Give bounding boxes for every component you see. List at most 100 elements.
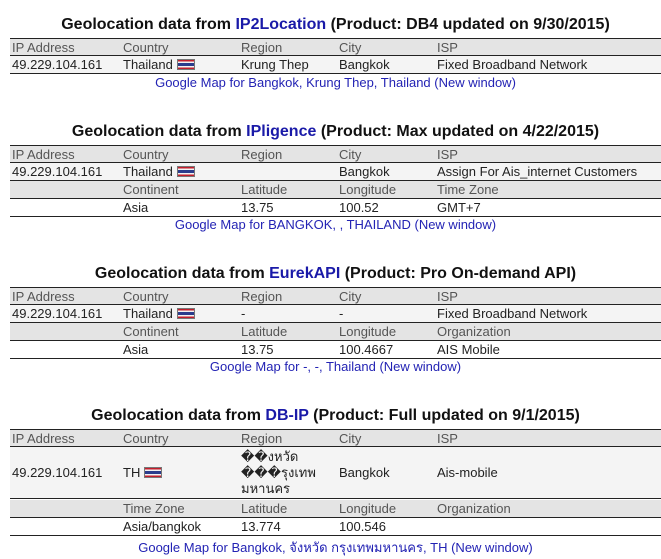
country-value: Thailand	[123, 164, 173, 179]
isp-value: Fixed Broadband Network	[437, 306, 588, 321]
isp-value: Assign For Ais_internet Customers	[437, 164, 638, 179]
city-value: Bangkok	[339, 465, 390, 480]
country-value: Thailand	[123, 57, 173, 72]
header-latitude: Latitude	[241, 324, 288, 339]
header-continent: Continent	[123, 324, 179, 339]
city-value: Bangkok	[339, 57, 390, 72]
title-suffix: (Product: Max updated on 4/22/2015)	[316, 123, 600, 140]
header-isp: ISP	[437, 147, 458, 162]
section-title: Geolocation data from DB-IP (Product: Fu…	[10, 407, 661, 425]
data-row: 49.229.104.161 Thailand - - Fixed Broadb…	[10, 305, 661, 323]
country-value: TH	[123, 465, 141, 480]
title-prefix: Geolocation data from	[71, 123, 247, 140]
data-row: 49.229.104.161 Thailand Krung Thep Bangk…	[10, 56, 661, 74]
source-link[interactable]: IPligence	[246, 123, 316, 140]
header-country: Country	[123, 147, 169, 162]
header-isp: ISP	[437, 431, 458, 446]
latitude-value: 13.75	[241, 200, 274, 215]
google-map-link[interactable]: Google Map for -, -, Thailand (New windo…	[10, 359, 661, 374]
region-value: ��งหวัด ���รุงเทพ มหานคร	[241, 449, 316, 496]
google-map-link[interactable]: Google Map for Bangkok, จังหวัด กรุงเทพม…	[10, 537, 661, 558]
longitude-value: 100.52	[339, 200, 379, 215]
title-suffix: (Product: Full updated on 9/1/2015)	[308, 407, 580, 424]
header-ip: IP Address	[12, 289, 75, 304]
longitude-value: 100.4667	[339, 342, 394, 357]
city-value: Bangkok	[339, 164, 390, 179]
title-suffix: (Product: Pro On-demand API)	[340, 265, 577, 282]
secondary-header-row: Time Zone Latitude Longitude Organizatio…	[10, 500, 661, 518]
header-isp: ISP	[437, 289, 458, 304]
header-row: IP Address Country Region City ISP	[10, 429, 661, 447]
data-row: 49.229.104.161 Thailand Bangkok Assign F…	[10, 163, 661, 181]
header-organization: Organization	[437, 501, 511, 516]
header-country: Country	[123, 289, 169, 304]
header-organization: Organization	[437, 324, 511, 339]
google-map-link[interactable]: Google Map for BANGKOK, , THAILAND (New …	[10, 217, 661, 232]
country-value: Thailand	[123, 306, 173, 321]
secondary-data-row: Asia 13.75 100.4667 AIS Mobile	[10, 341, 661, 359]
thailand-flag-icon	[144, 467, 163, 478]
section-title: Geolocation data from EurekAPI (Product:…	[10, 265, 661, 283]
latitude-value: 13.774	[241, 519, 281, 534]
timezone-value: GMT+7	[437, 200, 481, 215]
thailand-flag-icon	[176, 308, 195, 319]
header-longitude: Longitude	[339, 324, 397, 339]
header-city: City	[339, 147, 362, 162]
organization-value: AIS Mobile	[437, 342, 500, 357]
region-value: Krung Thep	[241, 57, 309, 72]
source-link[interactable]: IP2Location	[235, 16, 326, 33]
header-region: Region	[241, 40, 283, 55]
timezone-value: Asia/bangkok	[123, 519, 202, 534]
country-cell: Thailand	[123, 56, 195, 73]
header-city: City	[339, 40, 362, 55]
header-ip: IP Address	[12, 40, 75, 55]
header-city: City	[339, 431, 362, 446]
ip-value: 49.229.104.161	[12, 465, 103, 480]
header-row: IP Address Country Region City ISP	[10, 287, 661, 305]
header-latitude: Latitude	[241, 182, 288, 197]
isp-value: Fixed Broadband Network	[437, 57, 588, 72]
header-country: Country	[123, 40, 169, 55]
title-prefix: Geolocation data from	[61, 16, 236, 33]
header-region: Region	[241, 431, 283, 446]
data-row: 49.229.104.161 TH ��งหวัด ���รุงเทพ มหาน…	[10, 447, 661, 499]
longitude-value: 100.546	[339, 519, 386, 534]
thailand-flag-icon	[176, 166, 195, 177]
city-value: -	[339, 306, 344, 321]
google-map-link[interactable]: Google Map for Bangkok, Krung Thep, Thai…	[10, 75, 661, 90]
secondary-header-row: Continent Latitude Longitude Organizatio…	[10, 323, 661, 341]
header-row: IP Address Country Region City ISP	[10, 145, 661, 163]
source-link[interactable]: DB-IP	[265, 407, 308, 424]
title-prefix: Geolocation data from	[94, 265, 270, 282]
header-region: Region	[241, 147, 283, 162]
ip-value: 49.229.104.161	[12, 164, 103, 179]
header-longitude: Longitude	[339, 182, 397, 197]
source-link[interactable]: EurekAPI	[269, 265, 340, 282]
title-prefix: Geolocation data from	[91, 407, 266, 424]
secondary-data-row: Asia/bangkok 13.774 100.546	[10, 518, 661, 536]
ip-value: 49.229.104.161	[12, 57, 103, 72]
header-row: IP Address Country Region City ISP	[10, 38, 661, 56]
header-city: City	[339, 289, 362, 304]
header-ip: IP Address	[12, 147, 75, 162]
country-cell: Thailand	[123, 305, 195, 322]
header-timezone: Time Zone	[123, 501, 185, 516]
ip-value: 49.229.104.161	[12, 306, 103, 321]
header-region: Region	[241, 289, 283, 304]
thailand-flag-icon	[176, 59, 195, 70]
continent-value: Asia	[123, 342, 149, 357]
secondary-data-row: Asia 13.75 100.52 GMT+7	[10, 199, 661, 217]
isp-value: Ais-mobile	[437, 465, 498, 480]
continent-value: Asia	[123, 200, 149, 215]
header-ip: IP Address	[12, 431, 75, 446]
header-timezone: Time Zone	[437, 182, 499, 197]
header-isp: ISP	[437, 40, 458, 55]
latitude-value: 13.75	[241, 342, 274, 357]
country-cell: Thailand	[123, 163, 195, 180]
secondary-header-row: Continent Latitude Longitude Time Zone	[10, 181, 661, 199]
section-title: Geolocation data from IPligence (Product…	[10, 123, 661, 141]
country-cell: TH	[123, 447, 163, 499]
header-country: Country	[123, 431, 169, 446]
header-latitude: Latitude	[241, 501, 288, 516]
section-title: Geolocation data from IP2Location (Produ…	[10, 16, 661, 34]
